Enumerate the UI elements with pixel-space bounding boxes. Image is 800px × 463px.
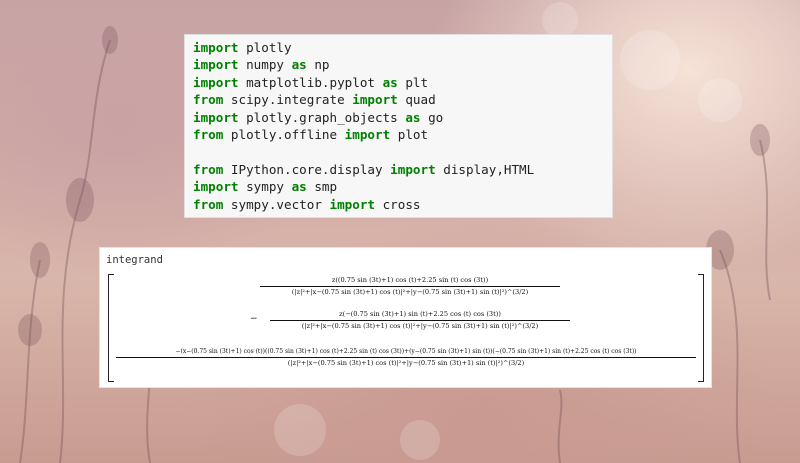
entry-1-denominator: (|z|²+|x−(0.75 sin (3t)+1) cos (t)|²+|y−… xyxy=(291,288,529,296)
code-text: plot xyxy=(390,126,429,142)
code-keyword: import xyxy=(193,179,239,195)
code-line: from scipy.integrate import quad xyxy=(193,91,604,108)
code-line: from sympy.vector import cross xyxy=(193,196,604,213)
code-keyword: import xyxy=(193,74,239,90)
code-keyword: import xyxy=(193,57,239,73)
code-keyword: from xyxy=(193,126,224,142)
code-text: go xyxy=(420,109,444,125)
code-text: plotly.offline xyxy=(223,126,345,142)
code-text: display,HTML xyxy=(435,161,535,177)
matrix-entry-3: −(x−(0.75 sin (3t)+1) cos (t))((0.75 sin… xyxy=(114,347,698,368)
integrand-matrix: z((0.75 sin (3t)+1) cos (t)+2.25 sin (t)… xyxy=(100,248,713,389)
code-text: plotly.graph_objects xyxy=(238,109,406,125)
code-line: import matplotlib.pyplot as plt xyxy=(193,74,604,91)
entry-2-minus-sign: − xyxy=(250,314,258,324)
code-keyword: as xyxy=(291,57,307,73)
code-line: import numpy as np xyxy=(193,56,604,73)
output-cell: integrand z((0.75 sin (3t)+1) cos (t)+2.… xyxy=(99,247,712,388)
code-text: cross xyxy=(375,196,421,212)
code-text: sympy.vector xyxy=(223,196,330,212)
entry-2-numerator: z(−(0.75 sin (3t)+1) sin (t)+2.25 cos (t… xyxy=(339,310,501,318)
code-text: smp xyxy=(306,179,338,195)
code-keyword: from xyxy=(193,92,224,108)
entry-2-denominator: (|z|²+|x−(0.75 sin (3t)+1) cos (t)|²+|y−… xyxy=(301,322,539,330)
code-line: import plotly.graph_objects as go xyxy=(193,109,604,126)
code-text: matplotlib.pyplot xyxy=(238,74,383,90)
code-keyword: import xyxy=(352,92,398,108)
code-keyword: as xyxy=(291,179,307,195)
code-keyword: import xyxy=(193,109,239,125)
code-line: from plotly.offline import plot xyxy=(193,126,604,143)
code-text: sympy xyxy=(238,179,292,195)
code-keyword: as xyxy=(382,74,398,90)
matrix-entry-2: z(−(0.75 sin (3t)+1) sin (t)+2.25 cos (t… xyxy=(260,310,580,331)
code-keyword: from xyxy=(193,196,224,212)
code-text: np xyxy=(306,57,330,73)
code-keyword: from xyxy=(193,161,224,177)
code-keyword: import xyxy=(344,126,391,142)
code-text: quad xyxy=(397,92,436,108)
code-keyword: import xyxy=(390,161,436,177)
entry-3-numerator: −(x−(0.75 sin (3t)+1) cos (t))((0.75 sin… xyxy=(175,348,637,355)
entry-3-denominator: (|z|²+|x−(0.75 sin (3t)+1) cos (t)|²+|y−… xyxy=(287,359,525,367)
code-cell-input[interactable]: import plotly import numpy as np import ma… xyxy=(184,34,613,218)
code-text: scipy.integrate xyxy=(223,92,353,108)
matrix-entry-1: z((0.75 sin (3t)+1) cos (t)+2.25 sin (t)… xyxy=(250,276,570,297)
code-line: import plotly xyxy=(193,39,604,56)
code-text: IPython.core.display xyxy=(223,161,391,177)
matrix-right-bracket xyxy=(698,274,704,382)
code-text: plotly xyxy=(238,40,292,55)
code-keyword: import xyxy=(329,196,376,212)
code-keyword: as xyxy=(405,109,421,125)
code-keyword: import xyxy=(193,40,239,55)
code-text: numpy xyxy=(238,57,292,73)
code-text: plt xyxy=(397,74,429,90)
code-line: import sympy as smp xyxy=(193,178,604,195)
code-line: from IPython.core.display import display… xyxy=(193,161,604,178)
entry-1-numerator: z((0.75 sin (3t)+1) cos (t)+2.25 sin (t)… xyxy=(331,276,489,284)
